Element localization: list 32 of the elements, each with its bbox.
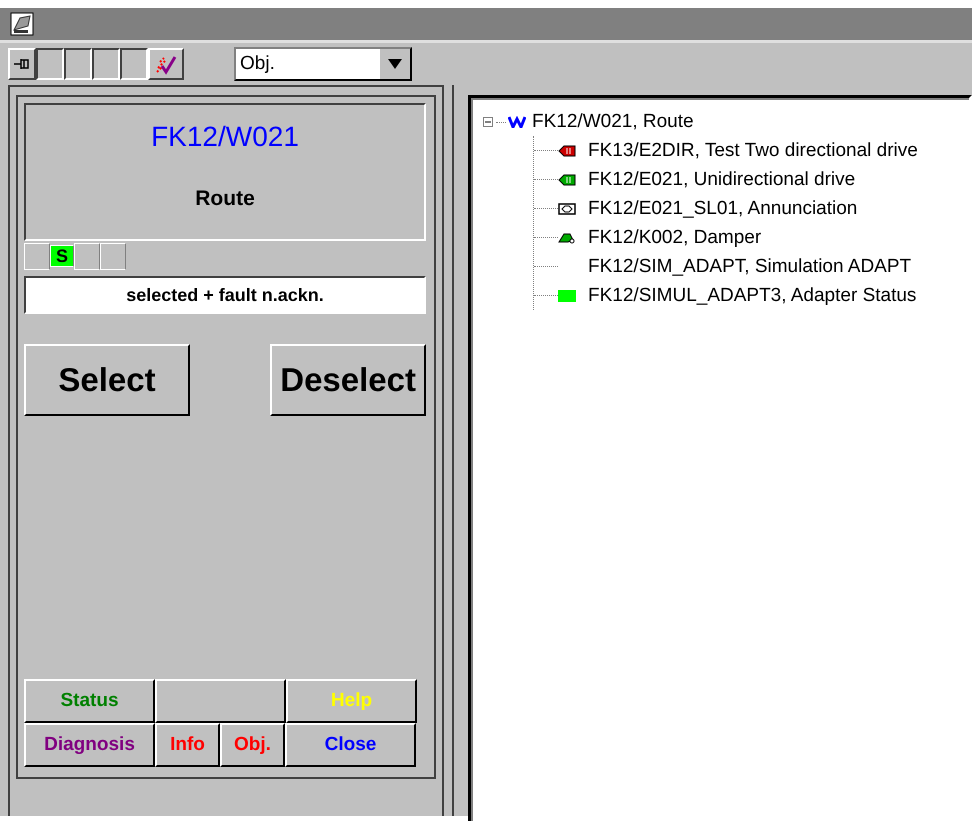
toolbar-button[interactable]	[64, 48, 92, 80]
toolbar-button[interactable]	[36, 48, 64, 80]
select-button[interactable]: Select	[24, 344, 190, 416]
pin-icon	[13, 57, 31, 71]
checklist-button[interactable]	[148, 48, 184, 80]
tree-item[interactable]: FK12/SIM_ADAPT, Simulation ADAPT	[584, 256, 912, 278]
object-dropdown[interactable]: Obj.	[234, 47, 412, 81]
blank-button[interactable]	[155, 679, 286, 723]
app-icon	[10, 12, 34, 36]
indicator-cell	[24, 243, 50, 270]
tree-item[interactable]: FK12/SIMUL_ADAPT3, Adapter Status	[584, 284, 916, 306]
tree-item[interactable]: FK13/E2DIR, Test Two directional drive	[584, 140, 918, 162]
deselect-button[interactable]: Deselect	[270, 344, 426, 416]
object-type: Route	[195, 187, 255, 211]
panel-button[interactable]: Diagnosis	[24, 723, 155, 767]
annunciation-icon	[558, 202, 576, 214]
tree-item[interactable]: FK12/W021, Route	[528, 111, 694, 133]
indicator-cell	[100, 243, 126, 270]
route-icon	[508, 116, 526, 128]
toolbar-button[interactable]	[120, 48, 148, 80]
object-title: FK12/W021	[151, 121, 299, 153]
toolbar-button[interactable]	[92, 48, 120, 80]
tree-item[interactable]: FK12/K002, Damper	[584, 226, 762, 248]
pin-button[interactable]	[8, 48, 36, 80]
panel-button[interactable]: Close	[285, 723, 416, 767]
dropdown-arrow-icon	[388, 59, 402, 69]
collapse-icon[interactable]	[483, 116, 494, 128]
tree-item[interactable]: FK12/E021_SL01, Annunciation	[584, 198, 858, 220]
tree-item[interactable]: FK12/E021, Unidirectional drive	[584, 168, 856, 190]
indicator-cell	[74, 243, 100, 270]
status-indicator: S	[50, 245, 74, 267]
status-text: selected + fault n.ackn.	[24, 276, 426, 314]
